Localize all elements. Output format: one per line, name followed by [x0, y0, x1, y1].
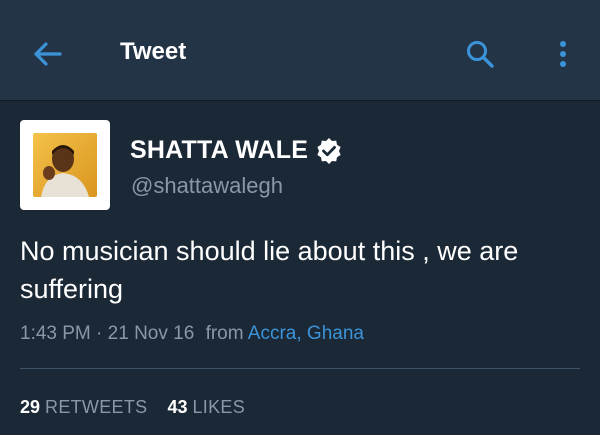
retweets-number: 29 [20, 397, 41, 417]
tweet-meta: 1:43 PM · 21 Nov 16 from Accra, Ghana [20, 323, 364, 345]
verified-badge-icon [317, 137, 341, 164]
avatar[interactable] [20, 120, 110, 210]
likes-label: LIKES [192, 397, 245, 417]
likes-number: 43 [167, 397, 188, 417]
more-vertical-icon [560, 41, 566, 67]
likes-count[interactable]: 43 LIKES [167, 397, 245, 418]
author-handle[interactable]: @shattawalegh [131, 173, 283, 199]
from-label: from [205, 323, 248, 344]
meta-separator: · [96, 323, 108, 344]
author-name-row[interactable]: SHATTA WALE [130, 136, 342, 165]
tweet-time: 1:43 PM [20, 323, 91, 344]
retweets-count[interactable]: 29 RETWEETS [20, 397, 147, 418]
arrow-left-icon [34, 42, 62, 66]
avatar-photo [33, 133, 97, 197]
page-title: Tweet [120, 38, 187, 65]
app-header: Tweet [0, 0, 600, 101]
search-button[interactable] [462, 36, 498, 72]
tweet-location-link[interactable]: Accra, Ghana [248, 323, 364, 344]
search-icon [467, 41, 494, 68]
back-button[interactable] [28, 36, 66, 72]
author-display-name: SHATTA WALE [130, 136, 309, 164]
divider [20, 368, 580, 369]
more-options-button[interactable] [548, 36, 578, 72]
tweet-text: No musician should lie about this , we a… [20, 236, 519, 304]
retweets-label: RETWEETS [45, 397, 148, 417]
tweet-stats: 29 RETWEETS 43 LIKES [20, 397, 245, 418]
tweet-date: 21 Nov 16 [107, 323, 195, 344]
